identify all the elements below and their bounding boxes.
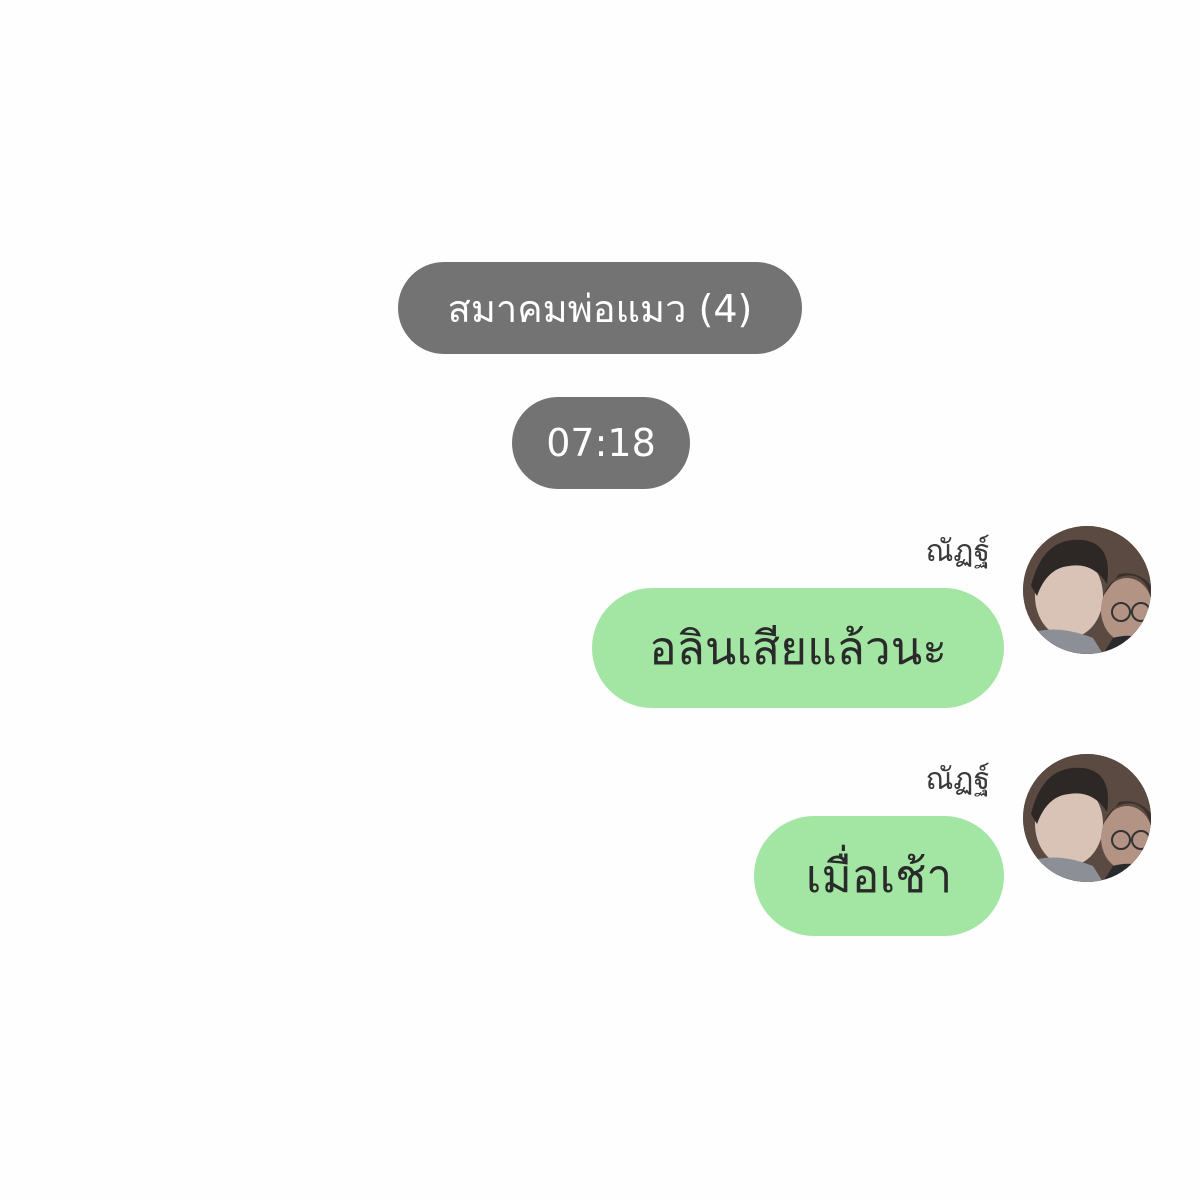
message-text: เมื่อเช้า	[805, 848, 953, 903]
user-avatar-icon	[1023, 526, 1151, 654]
sender-name: ณัฏฐ์	[925, 534, 990, 569]
timestamp-pill: 07:18	[512, 397, 690, 489]
message-text: อลินเสียแล้วนะ	[649, 620, 947, 675]
message-bubble[interactable]: อลินเสียแล้วนะ	[592, 588, 1004, 708]
avatar[interactable]	[1023, 754, 1151, 882]
group-title-pill: สมาคมพ่อแมว (4)	[398, 262, 802, 354]
sender-name: ณัฏฐ์	[925, 762, 990, 797]
avatar[interactable]	[1023, 526, 1151, 654]
message-bubble[interactable]: เมื่อเช้า	[754, 816, 1004, 936]
user-avatar-icon	[1023, 754, 1151, 882]
timestamp: 07:18	[546, 421, 656, 465]
group-title: สมาคมพ่อแมว (4)	[447, 286, 753, 331]
